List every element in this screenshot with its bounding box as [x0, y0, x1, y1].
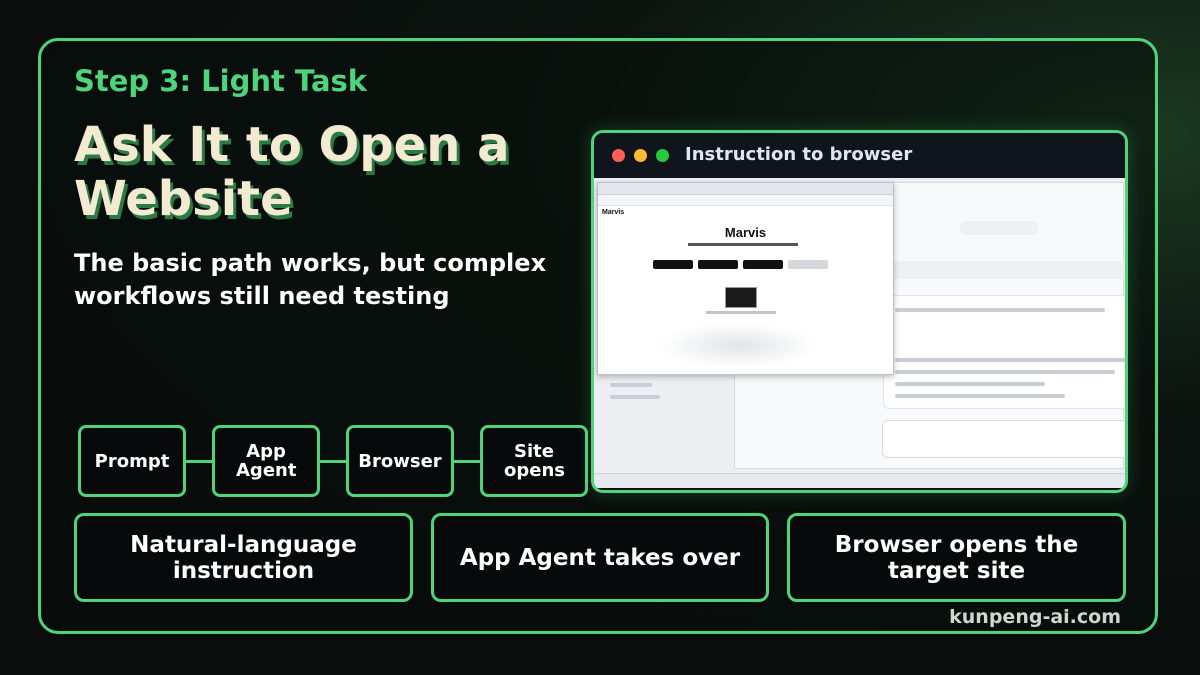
os-taskbar	[594, 473, 1125, 488]
chat-bubble	[960, 221, 1038, 235]
close-dot-icon[interactable]	[612, 149, 625, 162]
hero-monitor	[725, 287, 757, 308]
subtitle: The basic path works, but complex workfl…	[74, 249, 547, 310]
chat-sidebar	[600, 363, 660, 463]
chat-bubble	[885, 261, 1125, 279]
step-label: Step 3: Light Task	[74, 64, 368, 98]
flow-connector	[454, 460, 480, 463]
text-line	[895, 308, 1105, 312]
text-line	[895, 370, 1115, 374]
detail-natural-language: Natural-language instruction	[74, 513, 413, 602]
chat-response-card	[883, 295, 1125, 409]
window-title: Instruction to browser	[685, 144, 913, 165]
flow-step-site-opens: Site opens	[480, 425, 588, 497]
download-button[interactable]	[743, 260, 783, 269]
minimize-dot-icon[interactable]	[634, 149, 647, 162]
flow-connector	[186, 460, 212, 463]
download-button[interactable]	[788, 260, 828, 269]
text-line	[895, 394, 1065, 398]
flow-connector	[320, 460, 346, 463]
site-heading: Marvis	[724, 225, 767, 240]
text-line	[895, 358, 1125, 362]
text-line	[895, 382, 1045, 386]
flow-step-prompt: Prompt	[78, 425, 186, 497]
chat-input[interactable]	[882, 420, 1125, 458]
browser-window: Marvis Marvis	[597, 182, 894, 375]
page-title: Ask It to Open a Website	[74, 117, 510, 227]
footer-url: kunpeng-ai.com	[949, 606, 1121, 628]
window-titlebar: Instruction to browser	[594, 133, 1125, 178]
detail-app-agent: App Agent takes over	[431, 513, 769, 602]
browser-address-bar[interactable]	[598, 195, 893, 206]
maximize-dot-icon[interactable]	[656, 149, 669, 162]
flow-step-app-agent: App Agent	[212, 425, 320, 497]
desktop-screenshot: Marvis Marvis	[594, 178, 1125, 488]
site-tagline	[688, 243, 798, 246]
flow-step-browser: Browser	[346, 425, 454, 497]
hero-desk	[706, 311, 776, 314]
hero-image	[658, 323, 818, 368]
screenshot-window: Instruction to browser Marvis Marvis	[591, 130, 1128, 493]
detail-browser-opens: Browser opens the target site	[787, 513, 1126, 602]
site-logo: Marvis	[602, 209, 625, 216]
download-button[interactable]	[653, 260, 693, 269]
browser-tabstrip[interactable]	[598, 183, 893, 195]
download-button[interactable]	[698, 260, 738, 269]
